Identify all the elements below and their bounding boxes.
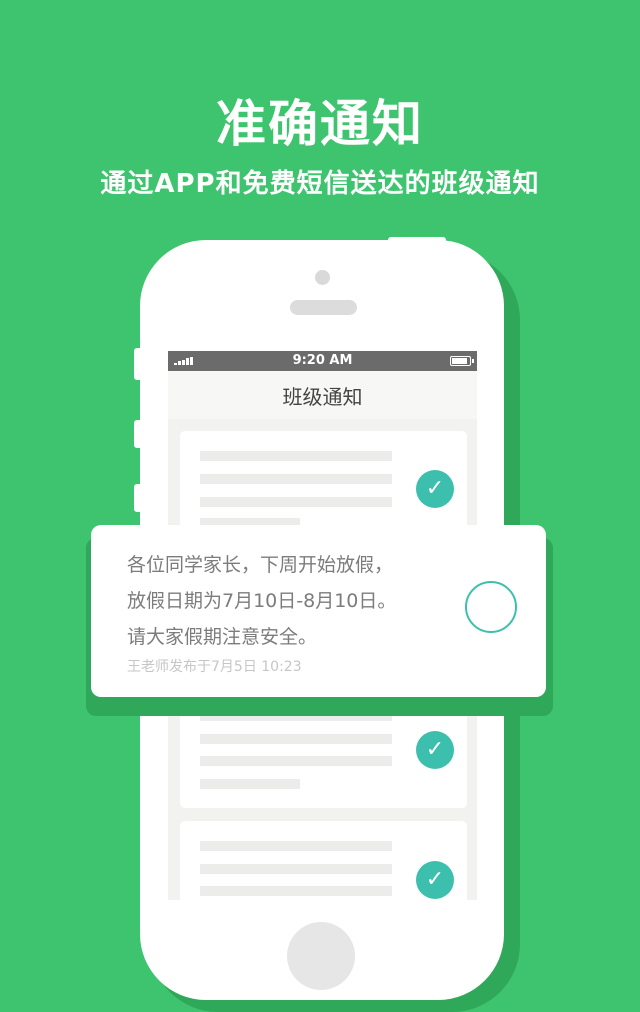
notification-message: 各位同学家长，下周开始放假， 放假日期为7月10日-8月10日。 请大家假期注意…: [127, 547, 467, 655]
notification-line: 请大家假期注意安全。: [127, 626, 318, 648]
list-item[interactable]: ✓: [180, 821, 467, 900]
text-placeholder-line: [200, 886, 392, 896]
empty-circle-icon[interactable]: [465, 581, 517, 633]
text-placeholder-line: [200, 756, 392, 766]
subheadline: 通过APP和免费短信送达的班级通知: [100, 169, 540, 199]
text-placeholder-line: [200, 841, 392, 851]
text-placeholder-line: [200, 497, 392, 507]
check-icon[interactable]: ✓: [416, 861, 454, 899]
check-icon[interactable]: ✓: [416, 731, 454, 769]
text-placeholder-line: [200, 779, 300, 789]
text-placeholder-line: [200, 734, 392, 744]
text-placeholder-line: [200, 864, 392, 874]
notification-meta: 王老师发布于7月5日 10:23: [127, 659, 302, 675]
text-placeholder-line: [200, 451, 392, 461]
phone-speaker: [290, 300, 357, 315]
notification-card[interactable]: 各位同学家长，下周开始放假， 放假日期为7月10日-8月10日。 请大家假期注意…: [91, 525, 546, 697]
text-placeholder-line: [200, 474, 392, 484]
phone-camera: [315, 270, 330, 285]
phone-home-button: [287, 922, 355, 990]
status-time: 9:20 AM: [292, 353, 353, 368]
check-icon[interactable]: ✓: [416, 470, 454, 508]
screen-title: 班级通知: [168, 371, 477, 419]
status-bar: 9:20 AM: [168, 351, 477, 371]
notification-line: 放假日期为7月10日-8月10日。: [127, 590, 397, 612]
headline: 准确通知: [216, 95, 424, 153]
battery-icon: [450, 356, 474, 366]
notification-line: 各位同学家长，下周开始放假，: [127, 554, 394, 576]
